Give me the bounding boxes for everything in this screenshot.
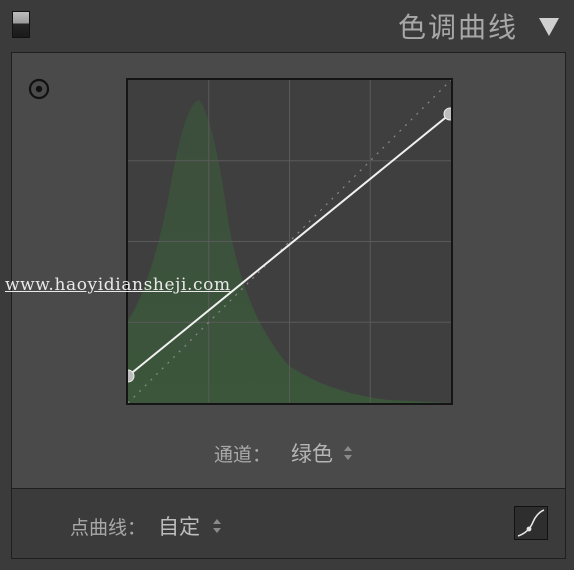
channel-selector[interactable]: 通道： 绿色 [214, 440, 353, 466]
point-curve-label: 点曲线： [70, 516, 147, 539]
panel-header: 色调曲线 [0, 0, 574, 52]
target-icon[interactable] [28, 78, 50, 100]
channel-value[interactable]: 绿色 [291, 438, 333, 468]
triangle-down-icon[interactable] [538, 17, 560, 37]
point-curve-value[interactable]: 自定 [158, 511, 200, 541]
curve-edit-icon [517, 509, 545, 537]
panel-toggle-icon[interactable] [12, 11, 30, 38]
up-down-arrows-icon[interactable] [212, 518, 222, 534]
up-down-arrows-icon[interactable] [343, 445, 353, 461]
panel-title: 色调曲线 [397, 11, 518, 44]
curve-point-white [443, 107, 451, 121]
channel-label: 通道： [214, 443, 272, 466]
watermark: www.haoyidiansheji.com [5, 275, 231, 295]
point-curve-selector[interactable]: 点曲线： 自定 [70, 512, 222, 540]
edit-point-curve-button[interactable] [514, 506, 548, 540]
tone-curve-graph[interactable] [126, 78, 453, 405]
